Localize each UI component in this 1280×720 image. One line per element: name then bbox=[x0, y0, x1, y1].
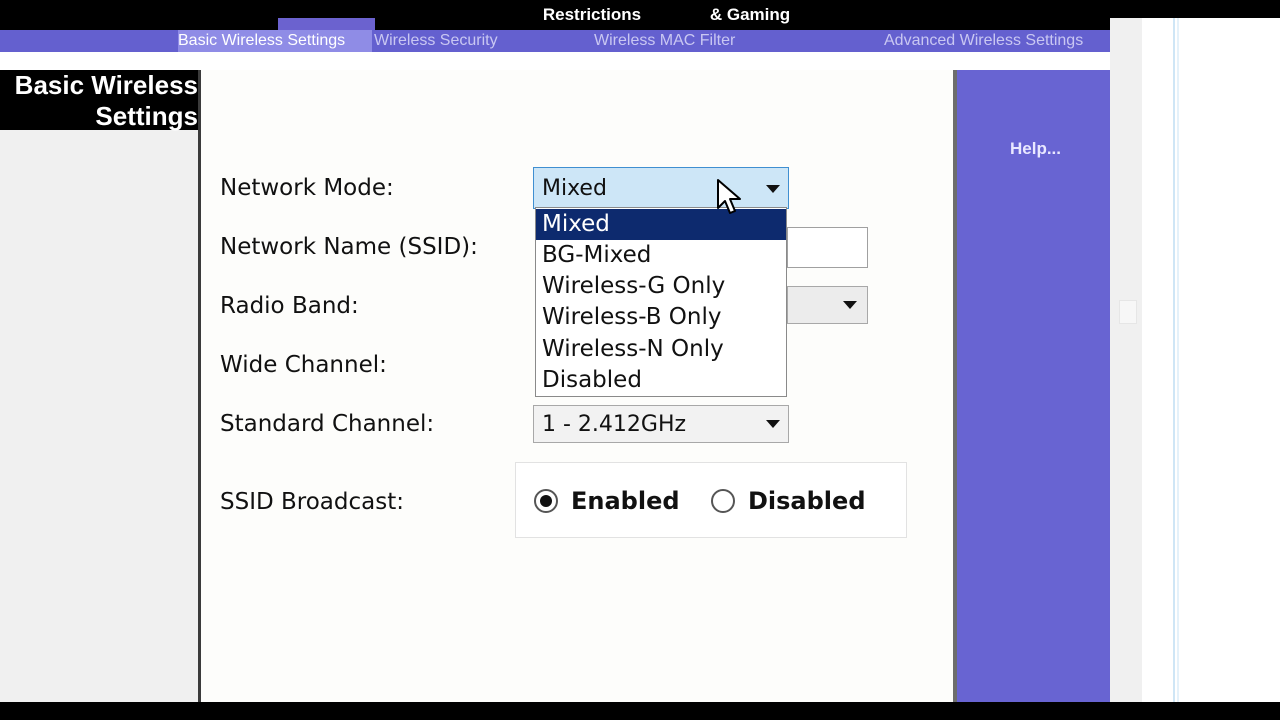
broadcast-disabled-label[interactable]: Disabled bbox=[748, 486, 866, 516]
option-bg-mixed[interactable]: BG-Mixed bbox=[536, 240, 786, 271]
network-mode-select[interactable]: Mixed bbox=[533, 167, 789, 209]
network-mode-label: Network Mode: bbox=[220, 175, 394, 201]
standard-channel-value: 1 - 2.412GHz bbox=[542, 412, 687, 437]
section-title-line2: Settings bbox=[95, 101, 198, 131]
mouse-pointer-icon bbox=[717, 179, 741, 214]
bottom-black-bar bbox=[0, 702, 1280, 720]
help-panel bbox=[957, 70, 1110, 702]
option-mixed[interactable]: Mixed bbox=[536, 209, 786, 240]
wide-channel-label: Wide Channel: bbox=[220, 352, 387, 378]
tab-gaming[interactable]: & Gaming bbox=[690, 4, 810, 26]
option-disabled[interactable]: Disabled bbox=[536, 365, 786, 396]
chevron-down-icon bbox=[843, 301, 857, 309]
option-wireless-g-only[interactable]: Wireless-G Only bbox=[536, 271, 786, 302]
section-title: Basic Wireless Settings bbox=[0, 70, 198, 132]
subtab-wireless-security[interactable]: Wireless Security bbox=[374, 30, 524, 52]
top-tab-active-indicator bbox=[278, 18, 375, 30]
subtab-basic-wireless-settings[interactable]: Basic Wireless Settings bbox=[178, 30, 372, 52]
ssid-input[interactable] bbox=[787, 227, 868, 268]
section-title-line1: Basic Wireless bbox=[14, 70, 198, 100]
window-edge-line bbox=[1177, 18, 1179, 702]
option-wireless-b-only[interactable]: Wireless-B Only bbox=[536, 302, 786, 333]
subtab-wireless-mac-filter[interactable]: Wireless MAC Filter bbox=[594, 30, 764, 52]
broadcast-enabled-label[interactable]: Enabled bbox=[571, 486, 680, 516]
window-edge-line bbox=[1173, 18, 1175, 702]
radio-band-label: Radio Band: bbox=[220, 293, 359, 319]
scrollbar-thumb[interactable] bbox=[1119, 300, 1137, 324]
chevron-down-icon bbox=[766, 420, 780, 428]
chevron-down-icon bbox=[766, 185, 780, 193]
subnav-spacer bbox=[0, 52, 1110, 70]
network-mode-dropdown: Mixed BG-Mixed Wireless-G Only Wireless-… bbox=[535, 207, 787, 397]
tab-restrictions[interactable]: Restrictions bbox=[527, 4, 657, 26]
browser-scrollbar-track[interactable] bbox=[1110, 18, 1142, 702]
browser-side-area bbox=[1142, 18, 1280, 702]
help-link[interactable]: Help... bbox=[1010, 138, 1061, 160]
subtab-advanced-wireless-settings[interactable]: Advanced Wireless Settings bbox=[884, 30, 1110, 52]
option-wireless-n-only[interactable]: Wireless-N Only bbox=[536, 334, 786, 365]
ssid-broadcast-label: SSID Broadcast: bbox=[220, 489, 404, 515]
radio-band-select[interactable] bbox=[787, 286, 868, 324]
broadcast-enabled-radio[interactable] bbox=[534, 489, 558, 513]
ssid-label: Network Name (SSID): bbox=[220, 234, 478, 260]
left-section-column bbox=[0, 70, 200, 702]
standard-channel-select[interactable]: 1 - 2.412GHz bbox=[533, 405, 789, 443]
network-mode-value: Mixed bbox=[542, 176, 607, 201]
broadcast-disabled-radio[interactable] bbox=[711, 489, 735, 513]
standard-channel-label: Standard Channel: bbox=[220, 411, 435, 437]
